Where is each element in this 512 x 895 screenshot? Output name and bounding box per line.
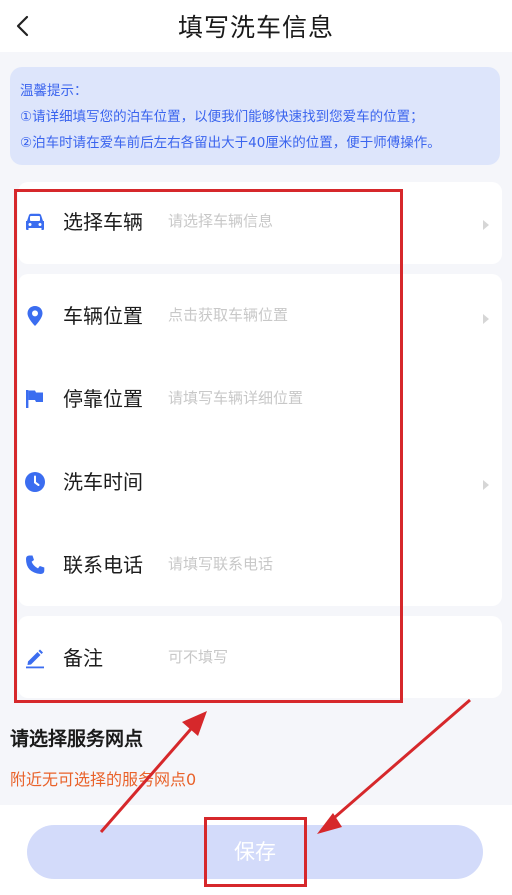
tips-heading: 温馨提示： bbox=[20, 83, 88, 99]
parking-location-label: 停靠位置 bbox=[63, 387, 143, 411]
chevron-right-icon bbox=[482, 476, 490, 490]
select-vehicle-row[interactable]: 选择车辆 请选择车辆信息 bbox=[18, 192, 502, 252]
nav-bar: 填写洗车信息 bbox=[0, 0, 512, 52]
wash-time-row[interactable]: 洗车时间 bbox=[18, 452, 502, 512]
location-pin-icon bbox=[23, 304, 47, 328]
remark-row[interactable]: 备注 可不填写 bbox=[18, 628, 502, 688]
parking-location-row[interactable]: 停靠位置 请填写车辆详细位置 bbox=[18, 369, 502, 429]
details-card: 车辆位置 点击获取车辆位置 停靠位置 请填写车辆详细位置 洗车时间 联系电话 请… bbox=[18, 274, 502, 606]
page-title: 填写洗车信息 bbox=[177, 13, 334, 42]
select-vehicle-label: 选择车辆 bbox=[63, 210, 143, 234]
parking-location-input[interactable]: 请填写车辆详细位置 bbox=[168, 387, 303, 408]
vehicle-location-row[interactable]: 车辆位置 点击获取车辆位置 bbox=[18, 286, 502, 346]
car-icon bbox=[23, 210, 47, 234]
remark-label: 备注 bbox=[63, 646, 103, 670]
save-button[interactable]: 保存 bbox=[27, 825, 483, 879]
contact-phone-label: 联系电话 bbox=[63, 553, 143, 577]
pencil-icon bbox=[23, 646, 47, 670]
vehicle-card: 选择车辆 请选择车辆信息 bbox=[18, 182, 502, 264]
contact-phone-input[interactable]: 请填写联系电话 bbox=[168, 553, 273, 574]
service-station-title: 请选择服务网点 bbox=[10, 728, 144, 750]
clock-icon bbox=[23, 470, 47, 494]
remark-card: 备注 可不填写 bbox=[18, 616, 502, 698]
wash-time-label: 洗车时间 bbox=[63, 470, 143, 494]
tips-line-2: ②泊车时请在爱车前后左右各留出大于40厘米的位置，便于师傅操作。 bbox=[20, 135, 441, 151]
vehicle-location-placeholder: 点击获取车辆位置 bbox=[168, 306, 289, 324]
chevron-right-icon bbox=[482, 310, 490, 324]
contact-phone-row[interactable]: 联系电话 请填写联系电话 bbox=[18, 535, 502, 595]
footer-bar: 保存 bbox=[0, 805, 512, 895]
no-service-station-text: 附近无可选择的服务网点0 bbox=[10, 770, 197, 789]
tips-box: 温馨提示： ①请详细填写您的泊车位置，以便我们能够快速找到您爱车的位置； ②泊车… bbox=[10, 67, 500, 165]
chevron-right-icon bbox=[482, 216, 490, 230]
vehicle-location-label: 车辆位置 bbox=[63, 304, 143, 328]
remark-input[interactable]: 可不填写 bbox=[168, 646, 228, 667]
tips-line-1: ①请详细填写您的泊车位置，以便我们能够快速找到您爱车的位置； bbox=[20, 109, 424, 125]
phone-icon bbox=[23, 553, 47, 577]
select-vehicle-placeholder: 请选择车辆信息 bbox=[168, 212, 274, 230]
flag-icon bbox=[23, 387, 47, 411]
